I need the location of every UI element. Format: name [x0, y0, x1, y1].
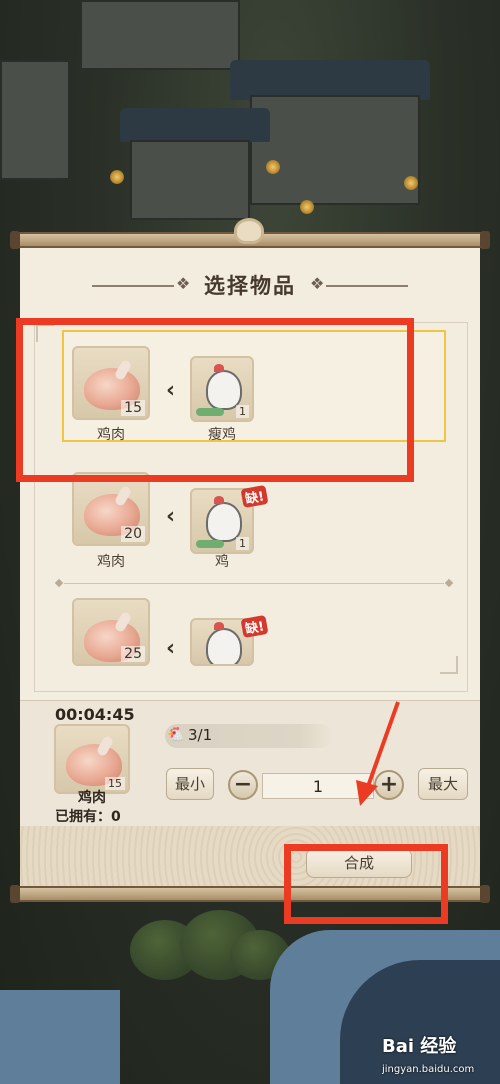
watermark-text: Bai 经验 [382, 1036, 457, 1057]
annotation-arrow-head [356, 780, 378, 806]
annotation-arrow [356, 701, 400, 806]
annotation-arrow-line [364, 701, 400, 793]
watermark-subtext: jingyan.baidu.com [382, 1064, 475, 1075]
